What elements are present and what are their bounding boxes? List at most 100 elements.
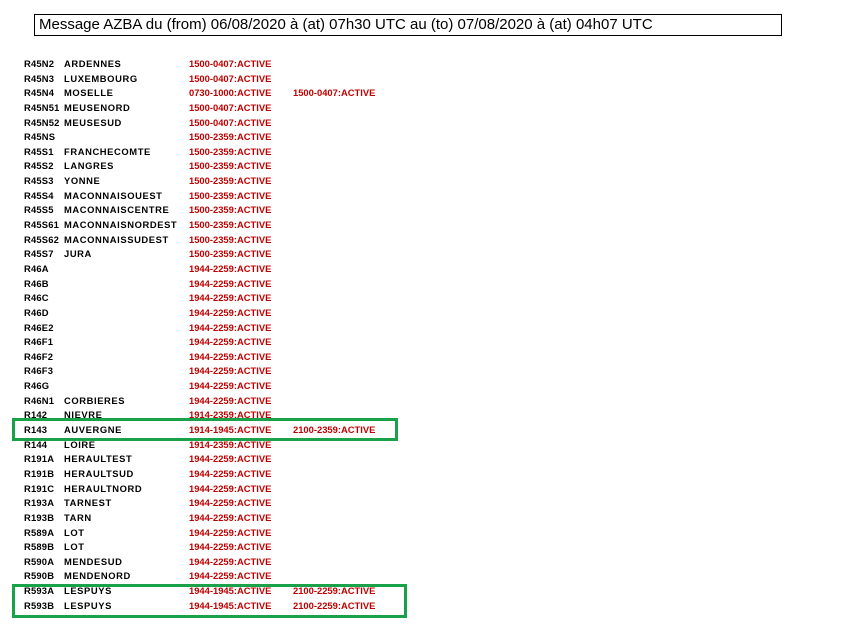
zone-period-2: 2100-2259:ACTIVE <box>293 585 376 597</box>
zone-code: R46N1 <box>24 394 55 406</box>
zone-period-2: 2100-2259:ACTIVE <box>293 599 376 611</box>
zone-code: R45N52 <box>24 116 60 128</box>
zone-code: R191C <box>24 482 55 494</box>
zone-period-1: 1500-2359:ACTIVE <box>189 131 272 143</box>
zone-period-1: 1944-2259:ACTIVE <box>189 321 272 333</box>
zone-code: R45S4 <box>24 189 54 201</box>
zone-code: R46D <box>24 306 49 318</box>
zone-period-1: 1944-2259:ACTIVE <box>189 511 272 523</box>
zone-name: HERAULTNORD <box>64 482 143 494</box>
zone-period-1: 1944-2259:ACTIVE <box>189 292 272 304</box>
zone-code: R193B <box>24 511 55 523</box>
zone-code: R45N51 <box>24 101 60 113</box>
zone-period-1: 1500-0407:ACTIVE <box>189 101 272 113</box>
zone-code: R45S3 <box>24 175 54 187</box>
zone-period-1: 1500-0407:ACTIVE <box>189 58 272 69</box>
zone-name: AUVERGNE <box>64 424 122 436</box>
zone-name: LANGRES <box>64 160 115 172</box>
zone-period-1: 1500-0407:ACTIVE <box>189 72 272 84</box>
zone-name: CORBIERES <box>64 394 126 406</box>
zone-name: HERAULTEST <box>64 453 133 465</box>
zone-period-2: 1500-0407:ACTIVE <box>293 87 376 99</box>
zone-period-1: 1500-2359:ACTIVE <box>189 204 272 216</box>
zone-code: R46B <box>24 277 49 289</box>
zone-code: R45NS <box>24 131 56 143</box>
zone-period-1: 1500-2359:ACTIVE <box>189 160 272 172</box>
zone-code: R45S61 <box>24 219 60 231</box>
zone-period-1: 1500-2359:ACTIVE <box>189 189 272 201</box>
zone-period-1: 1500-0407:ACTIVE <box>189 116 272 128</box>
zone-name: YONNE <box>64 175 101 187</box>
zone-period-1: 1500-2359:ACTIVE <box>189 219 272 231</box>
zone-name: JURA <box>64 248 92 260</box>
zone-name: LESPUYS <box>64 585 112 597</box>
zone-period-1: 1500-2359:ACTIVE <box>189 233 272 245</box>
zone-period-1: 1944-2259:ACTIVE <box>189 350 272 362</box>
zone-period-1: 1944-2259:ACTIVE <box>189 394 272 406</box>
zone-name: MENDENORD <box>64 570 131 582</box>
zone-name: MENDESUD <box>64 555 123 567</box>
zone-period-1: 1944-2259:ACTIVE <box>189 570 272 582</box>
zone-period-1: 1944-2259:ACTIVE <box>189 306 272 318</box>
zone-code: R45S5 <box>24 204 54 216</box>
zone-code: R46F2 <box>24 350 54 362</box>
zone-period-1: 1944-2259:ACTIVE <box>189 380 272 392</box>
zone-period-1: 1944-1945:ACTIVE <box>189 599 272 611</box>
zone-name: MACONNAISOUEST <box>64 189 163 201</box>
zone-name: TARNEST <box>64 497 112 509</box>
message-title: Message AZBA du (from) 06/08/2020 à (at)… <box>39 16 653 33</box>
zone-code: R142 <box>24 409 48 421</box>
zone-code: R143 <box>24 424 48 436</box>
zone-name: LOT <box>64 541 85 553</box>
zone-period-1: 1944-2259:ACTIVE <box>189 555 272 567</box>
zone-name: LOT <box>64 526 85 538</box>
zone-period-1: 1944-2259:ACTIVE <box>189 262 272 274</box>
zone-code: R46G <box>24 380 50 392</box>
zone-code: R590B <box>24 570 55 582</box>
zone-period-1: 1500-2359:ACTIVE <box>189 175 272 187</box>
zone-code: R193A <box>24 497 55 509</box>
zone-code: R46E2 <box>24 321 54 333</box>
zone-name: LESPUYS <box>64 599 112 611</box>
zone-name: MACONNAISNORDEST <box>64 219 178 231</box>
zone-period-1: 1944-2259:ACTIVE <box>189 277 272 289</box>
zone-period-1: 1500-2359:ACTIVE <box>189 248 272 260</box>
zone-code: R46A <box>24 262 49 274</box>
zone-code: R45S62 <box>24 233 60 245</box>
zone-period-1: 1944-1945:ACTIVE <box>189 585 272 597</box>
zone-code: R191A <box>24 453 55 465</box>
zone-name: HERAULTSUD <box>64 467 134 479</box>
zone-code: R589A <box>24 526 55 538</box>
zone-code: R593A <box>24 585 55 597</box>
zone-period-1: 1944-2259:ACTIVE <box>189 482 272 494</box>
zone-code: R144 <box>24 438 48 450</box>
zone-period-1: 1944-2259:ACTIVE <box>189 526 272 538</box>
zone-period-1: 0730-1000:ACTIVE <box>189 87 272 99</box>
zone-code: R593B <box>24 599 55 611</box>
zone-name: NIEVRE <box>64 409 103 421</box>
zone-code: R191B <box>24 467 55 479</box>
zone-period-1: 1944-2259:ACTIVE <box>189 497 272 509</box>
zone-period-1: 1914-2359:ACTIVE <box>189 409 272 421</box>
zone-code: R45S2 <box>24 160 54 172</box>
message-title-box: Message AZBA du (from) 06/08/2020 à (at)… <box>34 14 782 36</box>
zone-period-1: 1944-2259:ACTIVE <box>189 541 272 553</box>
zone-name: LUXEMBOURG <box>64 72 138 84</box>
zone-period-1: 1914-1945:ACTIVE <box>189 424 272 436</box>
zone-name: MEUSENORD <box>64 101 131 113</box>
zone-code: R46F3 <box>24 365 54 377</box>
zone-period-1: 1944-2259:ACTIVE <box>189 365 272 377</box>
zone-period-1: 1944-2259:ACTIVE <box>189 453 272 465</box>
zone-code: R45N2 <box>24 58 55 69</box>
zone-code: R45N4 <box>24 87 55 99</box>
zone-name: MOSELLE <box>64 87 114 99</box>
zone-code: R45S7 <box>24 248 54 260</box>
zone-period-1: 1944-2259:ACTIVE <box>189 467 272 479</box>
zone-period-2: 2100-2359:ACTIVE <box>293 424 376 436</box>
zone-code: R46C <box>24 292 49 304</box>
zone-period-1: 1500-2359:ACTIVE <box>189 145 272 157</box>
zone-name: LOIRE <box>64 438 96 450</box>
zone-code: R590A <box>24 555 55 567</box>
zone-name: MACONNAISCENTRE <box>64 204 170 216</box>
zone-name: MACONNAISSUDEST <box>64 233 169 245</box>
